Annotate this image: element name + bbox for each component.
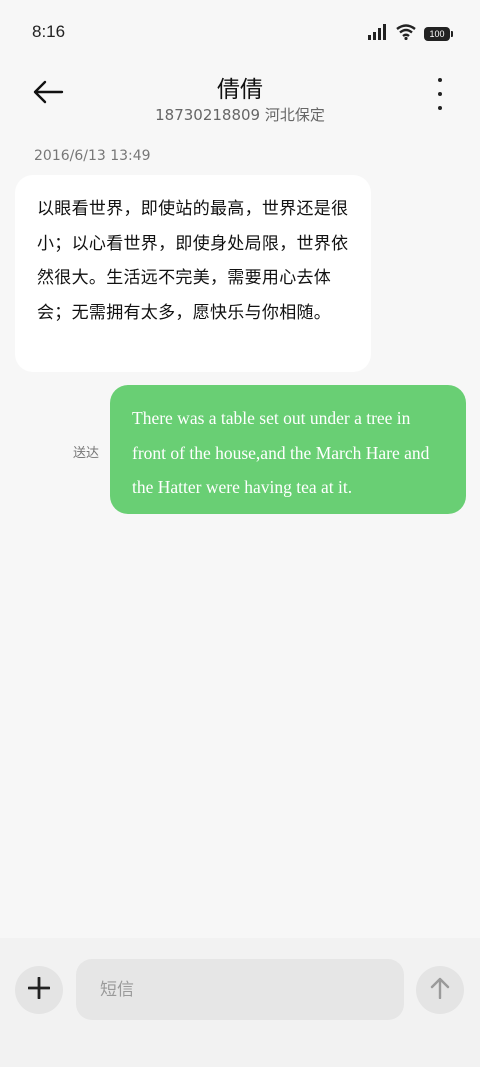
outgoing-message-bubble[interactable]: There was a table set out under a tree i… (110, 385, 466, 514)
status-bar: 8:16 100 (0, 0, 480, 66)
status-icons: 100 (368, 24, 453, 44)
incoming-message-bubble[interactable]: 以眼看世界，即使站的最高，世界还是很小；以心看世界，即使身处局限，世界依然很大。… (15, 175, 371, 372)
more-vertical-icon (438, 78, 442, 82)
wifi-icon (396, 24, 416, 44)
plus-icon (27, 976, 51, 1003)
cell-signal-icon (368, 24, 388, 44)
add-attachment-button[interactable] (15, 966, 63, 1014)
conversation-header: 倩倩 18730218809 河北保定 (0, 66, 480, 136)
delivery-status: 送达 (73, 446, 100, 461)
arrow-up-icon (430, 977, 450, 1003)
composer-bar (0, 938, 480, 1067)
contact-info: 18730218809 河北保定 (155, 106, 325, 124)
battery-indicator: 100 (424, 27, 453, 41)
more-options-button[interactable] (430, 78, 450, 110)
status-time: 8:16 (32, 22, 66, 41)
message-input[interactable] (76, 959, 404, 1020)
contact-name[interactable]: 倩倩 (0, 70, 480, 104)
send-button[interactable] (416, 966, 464, 1014)
message-timestamp: 2016/6/13 13:49 (34, 148, 151, 164)
